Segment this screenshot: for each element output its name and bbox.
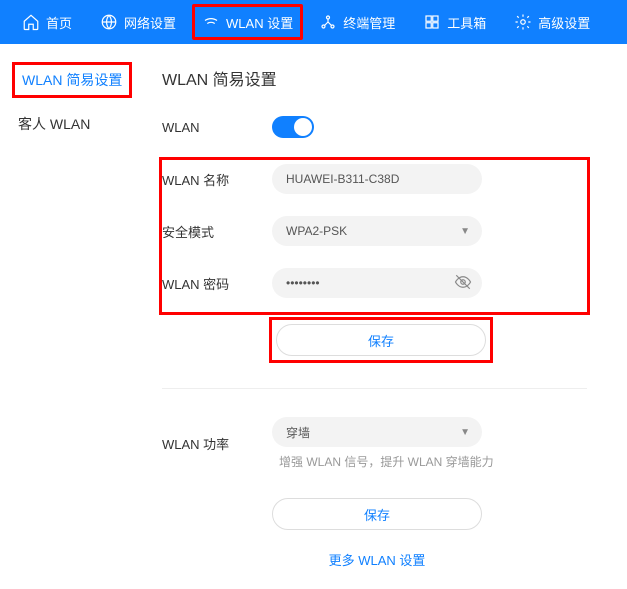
nav-label: WLAN 设置 (226, 13, 293, 32)
sidebar-item-label: WLAN 简易设置 (22, 72, 122, 88)
sidebar-wlan-basic[interactable]: WLAN 简易设置 (14, 64, 130, 96)
power-value: 穿墙 (286, 424, 310, 441)
chevron-down-icon: ▼ (460, 427, 470, 438)
nav-tools[interactable]: 工具箱 (409, 0, 500, 44)
divider (162, 388, 587, 389)
nav-wlan[interactable]: WLAN 设置 (192, 4, 303, 40)
save-label: 保存 (364, 505, 390, 524)
wlan-name-label: WLAN 名称 (162, 170, 272, 189)
wlan-group-highlight: WLAN 名称 安全模式 WPA2-PSK ▼ WLAN 密码 (162, 160, 587, 312)
nav-home[interactable]: 首页 (8, 0, 86, 44)
save-label: 保存 (368, 331, 394, 350)
sidebar: WLAN 简易设置 客人 WLAN (0, 44, 162, 589)
sidebar-guest-wlan[interactable]: 客人 WLAN (14, 106, 162, 142)
save-button[interactable]: 保存 (276, 324, 486, 356)
nav-terminal[interactable]: 终端管理 (305, 0, 409, 44)
tools-icon (423, 13, 441, 31)
power-label: WLAN 功率 (162, 434, 272, 453)
nav-label: 首页 (46, 13, 72, 32)
gear-icon (514, 13, 532, 31)
nav-label: 工具箱 (447, 13, 486, 32)
nodes-icon (319, 13, 337, 31)
save-power-button[interactable]: 保存 (272, 498, 482, 530)
wlan-name-input[interactable] (272, 164, 482, 194)
home-icon (22, 13, 40, 31)
password-input[interactable]: •••••••• (272, 268, 482, 298)
password-label: WLAN 密码 (162, 274, 272, 293)
sidebar-item-label: 客人 WLAN (18, 116, 90, 132)
nav-label: 高级设置 (538, 13, 590, 32)
globe-icon (100, 13, 118, 31)
password-value: •••••••• (286, 276, 320, 290)
main-content: WLAN 简易设置 WLAN WLAN 名称 安全模式 WPA2 (162, 44, 627, 589)
more-wlan-link[interactable]: 更多 WLAN 设置 (272, 550, 482, 569)
top-nav: 首页 网络设置 WLAN 设置 终端管理 工具箱 高级设置 (0, 0, 627, 44)
security-select[interactable]: WPA2-PSK ▼ (272, 216, 482, 246)
nav-label: 网络设置 (124, 13, 176, 32)
power-select[interactable]: 穿墙 ▼ (272, 417, 482, 447)
wlan-name-field[interactable] (286, 172, 468, 186)
wifi-icon (202, 13, 220, 31)
security-label: 安全模式 (162, 222, 272, 241)
save-highlight: 保存 (272, 320, 490, 360)
nav-label: 终端管理 (343, 13, 395, 32)
eye-off-icon[interactable] (454, 273, 472, 294)
nav-advanced[interactable]: 高级设置 (500, 0, 604, 44)
wlan-toggle-label: WLAN (162, 120, 272, 135)
nav-network[interactable]: 网络设置 (86, 0, 190, 44)
wlan-toggle[interactable] (272, 116, 314, 138)
page-title: WLAN 简易设置 (162, 66, 587, 90)
more-link-label: 更多 WLAN 设置 (329, 553, 426, 568)
security-value: WPA2-PSK (286, 224, 347, 238)
power-hint: 增强 WLAN 信号，提升 WLAN 穿墙能力 (279, 453, 587, 470)
chevron-down-icon: ▼ (460, 226, 470, 237)
